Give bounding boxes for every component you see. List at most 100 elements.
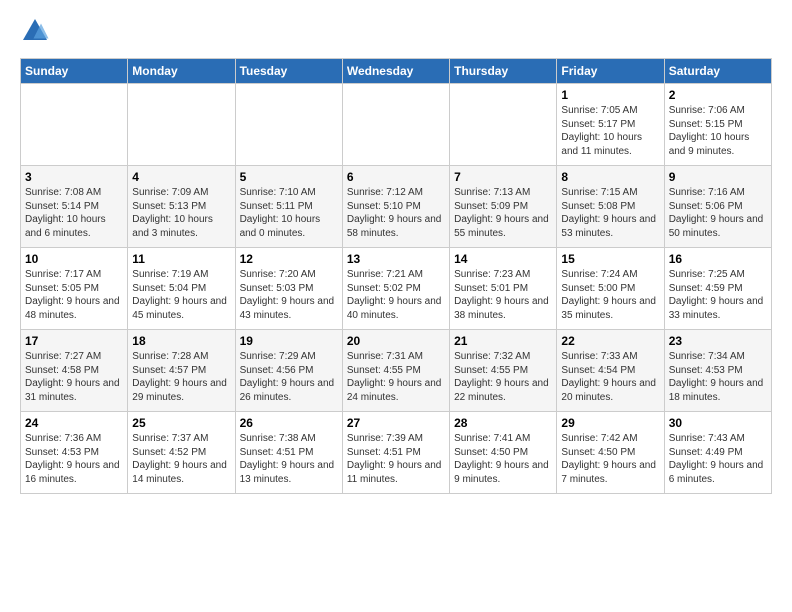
calendar-cell: 3 Sunrise: 7:08 AM Sunset: 5:14 PM Daylig…	[21, 166, 128, 248]
calendar-cell: 23 Sunrise: 7:34 AM Sunset: 4:53 PM Dayli…	[664, 330, 771, 412]
day-number: 27	[347, 416, 445, 430]
day-number: 9	[669, 170, 767, 184]
calendar-cell: 13 Sunrise: 7:21 AM Sunset: 5:02 PM Dayli…	[342, 248, 449, 330]
calendar-cell	[450, 84, 557, 166]
day-info: Sunrise: 7:16 AM Sunset: 5:06 PM Dayligh…	[669, 186, 767, 240]
day-info: Sunrise: 7:31 AM Sunset: 4:55 PM Dayligh…	[347, 350, 445, 404]
calendar-cell: 29 Sunrise: 7:42 AM Sunset: 4:50 PM Dayli…	[557, 412, 664, 494]
weekday-header: Saturday	[664, 59, 771, 84]
day-number: 3	[25, 170, 123, 184]
calendar-cell: 12 Sunrise: 7:20 AM Sunset: 5:03 PM Dayli…	[235, 248, 342, 330]
calendar-cell: 1 Sunrise: 7:05 AM Sunset: 5:17 PM Daylig…	[557, 84, 664, 166]
day-info: Sunrise: 7:41 AM Sunset: 4:50 PM Dayligh…	[454, 432, 552, 486]
day-info: Sunrise: 7:25 AM Sunset: 4:59 PM Dayligh…	[669, 268, 767, 322]
day-number: 26	[240, 416, 338, 430]
calendar-cell: 7 Sunrise: 7:13 AM Sunset: 5:09 PM Daylig…	[450, 166, 557, 248]
day-info: Sunrise: 7:28 AM Sunset: 4:57 PM Dayligh…	[132, 350, 230, 404]
calendar-week-row: 24Sunrise: 7:36 AM Sunset: 4:53 PM Dayli…	[21, 412, 772, 494]
day-info: Sunrise: 7:36 AM Sunset: 4:53 PM Dayligh…	[25, 432, 123, 486]
day-info: Sunrise: 7:38 AM Sunset: 4:51 PM Dayligh…	[240, 432, 338, 486]
calendar-cell: 25 Sunrise: 7:37 AM Sunset: 4:52 PM Dayli…	[128, 412, 235, 494]
day-number: 8	[561, 170, 659, 184]
day-info: Sunrise: 7:13 AM Sunset: 5:09 PM Dayligh…	[454, 186, 552, 240]
day-info: Sunrise: 7:21 AM Sunset: 5:02 PM Dayligh…	[347, 268, 445, 322]
calendar-cell	[21, 84, 128, 166]
calendar-cell: 17Sunrise: 7:27 AM Sunset: 4:58 PM Dayli…	[21, 330, 128, 412]
calendar-cell: 22Sunrise: 7:33 AM Sunset: 4:54 PM Dayli…	[557, 330, 664, 412]
calendar-cell: 30 Sunrise: 7:43 AM Sunset: 4:49 PM Dayli…	[664, 412, 771, 494]
day-number: 7	[454, 170, 552, 184]
day-info: Sunrise: 7:08 AM Sunset: 5:14 PM Dayligh…	[25, 186, 123, 240]
header-area	[20, 16, 772, 46]
day-info: Sunrise: 7:27 AM Sunset: 4:58 PM Dayligh…	[25, 350, 123, 404]
calendar-cell: 14Sunrise: 7:23 AM Sunset: 5:01 PM Dayli…	[450, 248, 557, 330]
day-number: 15	[561, 252, 659, 266]
weekday-header: Friday	[557, 59, 664, 84]
day-info: Sunrise: 7:06 AM Sunset: 5:15 PM Dayligh…	[669, 104, 767, 158]
day-number: 6	[347, 170, 445, 184]
day-number: 30	[669, 416, 767, 430]
logo	[20, 16, 54, 46]
day-number: 21	[454, 334, 552, 348]
day-info: Sunrise: 7:15 AM Sunset: 5:08 PM Dayligh…	[561, 186, 659, 240]
day-info: Sunrise: 7:17 AM Sunset: 5:05 PM Dayligh…	[25, 268, 123, 322]
weekday-header: Tuesday	[235, 59, 342, 84]
calendar-cell: 9 Sunrise: 7:16 AM Sunset: 5:06 PM Daylig…	[664, 166, 771, 248]
calendar-cell: 18 Sunrise: 7:28 AM Sunset: 4:57 PM Dayli…	[128, 330, 235, 412]
page: SundayMondayTuesdayWednesdayThursdayFrid…	[0, 0, 792, 504]
calendar-week-row: 1 Sunrise: 7:05 AM Sunset: 5:17 PM Daylig…	[21, 84, 772, 166]
day-info: Sunrise: 7:34 AM Sunset: 4:53 PM Dayligh…	[669, 350, 767, 404]
calendar-cell	[235, 84, 342, 166]
calendar-cell	[128, 84, 235, 166]
calendar-cell: 27 Sunrise: 7:39 AM Sunset: 4:51 PM Dayli…	[342, 412, 449, 494]
day-info: Sunrise: 7:39 AM Sunset: 4:51 PM Dayligh…	[347, 432, 445, 486]
day-info: Sunrise: 7:05 AM Sunset: 5:17 PM Dayligh…	[561, 104, 659, 158]
day-number: 18	[132, 334, 230, 348]
calendar-cell: 4Sunrise: 7:09 AM Sunset: 5:13 PM Daylig…	[128, 166, 235, 248]
calendar-cell: 20 Sunrise: 7:31 AM Sunset: 4:55 PM Dayli…	[342, 330, 449, 412]
day-info: Sunrise: 7:19 AM Sunset: 5:04 PM Dayligh…	[132, 268, 230, 322]
day-info: Sunrise: 7:42 AM Sunset: 4:50 PM Dayligh…	[561, 432, 659, 486]
day-number: 13	[347, 252, 445, 266]
day-number: 11	[132, 252, 230, 266]
day-info: Sunrise: 7:20 AM Sunset: 5:03 PM Dayligh…	[240, 268, 338, 322]
day-info: Sunrise: 7:33 AM Sunset: 4:54 PM Dayligh…	[561, 350, 659, 404]
day-number: 16	[669, 252, 767, 266]
day-number: 25	[132, 416, 230, 430]
weekday-header: Sunday	[21, 59, 128, 84]
calendar-week-row: 17Sunrise: 7:27 AM Sunset: 4:58 PM Dayli…	[21, 330, 772, 412]
calendar-header-row: SundayMondayTuesdayWednesdayThursdayFrid…	[21, 59, 772, 84]
calendar-cell	[342, 84, 449, 166]
day-number: 20	[347, 334, 445, 348]
calendar-cell: 6 Sunrise: 7:12 AM Sunset: 5:10 PM Daylig…	[342, 166, 449, 248]
calendar-cell: 11 Sunrise: 7:19 AM Sunset: 5:04 PM Dayli…	[128, 248, 235, 330]
day-info: Sunrise: 7:09 AM Sunset: 5:13 PM Dayligh…	[132, 186, 230, 240]
calendar-week-row: 3 Sunrise: 7:08 AM Sunset: 5:14 PM Daylig…	[21, 166, 772, 248]
day-number: 28	[454, 416, 552, 430]
day-number: 23	[669, 334, 767, 348]
calendar: SundayMondayTuesdayWednesdayThursdayFrid…	[20, 58, 772, 494]
weekday-header: Thursday	[450, 59, 557, 84]
calendar-cell: 19Sunrise: 7:29 AM Sunset: 4:56 PM Dayli…	[235, 330, 342, 412]
calendar-cell: 16 Sunrise: 7:25 AM Sunset: 4:59 PM Dayli…	[664, 248, 771, 330]
day-number: 12	[240, 252, 338, 266]
day-info: Sunrise: 7:29 AM Sunset: 4:56 PM Dayligh…	[240, 350, 338, 404]
calendar-cell: 21Sunrise: 7:32 AM Sunset: 4:55 PM Dayli…	[450, 330, 557, 412]
calendar-cell: 8 Sunrise: 7:15 AM Sunset: 5:08 PM Daylig…	[557, 166, 664, 248]
calendar-cell: 28 Sunrise: 7:41 AM Sunset: 4:50 PM Dayli…	[450, 412, 557, 494]
calendar-cell: 10 Sunrise: 7:17 AM Sunset: 5:05 PM Dayli…	[21, 248, 128, 330]
day-number: 10	[25, 252, 123, 266]
calendar-cell: 26 Sunrise: 7:38 AM Sunset: 4:51 PM Dayli…	[235, 412, 342, 494]
day-number: 1	[561, 88, 659, 102]
day-info: Sunrise: 7:12 AM Sunset: 5:10 PM Dayligh…	[347, 186, 445, 240]
day-info: Sunrise: 7:37 AM Sunset: 4:52 PM Dayligh…	[132, 432, 230, 486]
day-info: Sunrise: 7:23 AM Sunset: 5:01 PM Dayligh…	[454, 268, 552, 322]
logo-icon	[20, 16, 50, 46]
calendar-week-row: 10 Sunrise: 7:17 AM Sunset: 5:05 PM Dayli…	[21, 248, 772, 330]
calendar-cell: 2Sunrise: 7:06 AM Sunset: 5:15 PM Daylig…	[664, 84, 771, 166]
day-info: Sunrise: 7:43 AM Sunset: 4:49 PM Dayligh…	[669, 432, 767, 486]
day-info: Sunrise: 7:10 AM Sunset: 5:11 PM Dayligh…	[240, 186, 338, 240]
calendar-cell: 24Sunrise: 7:36 AM Sunset: 4:53 PM Dayli…	[21, 412, 128, 494]
day-number: 29	[561, 416, 659, 430]
day-number: 5	[240, 170, 338, 184]
